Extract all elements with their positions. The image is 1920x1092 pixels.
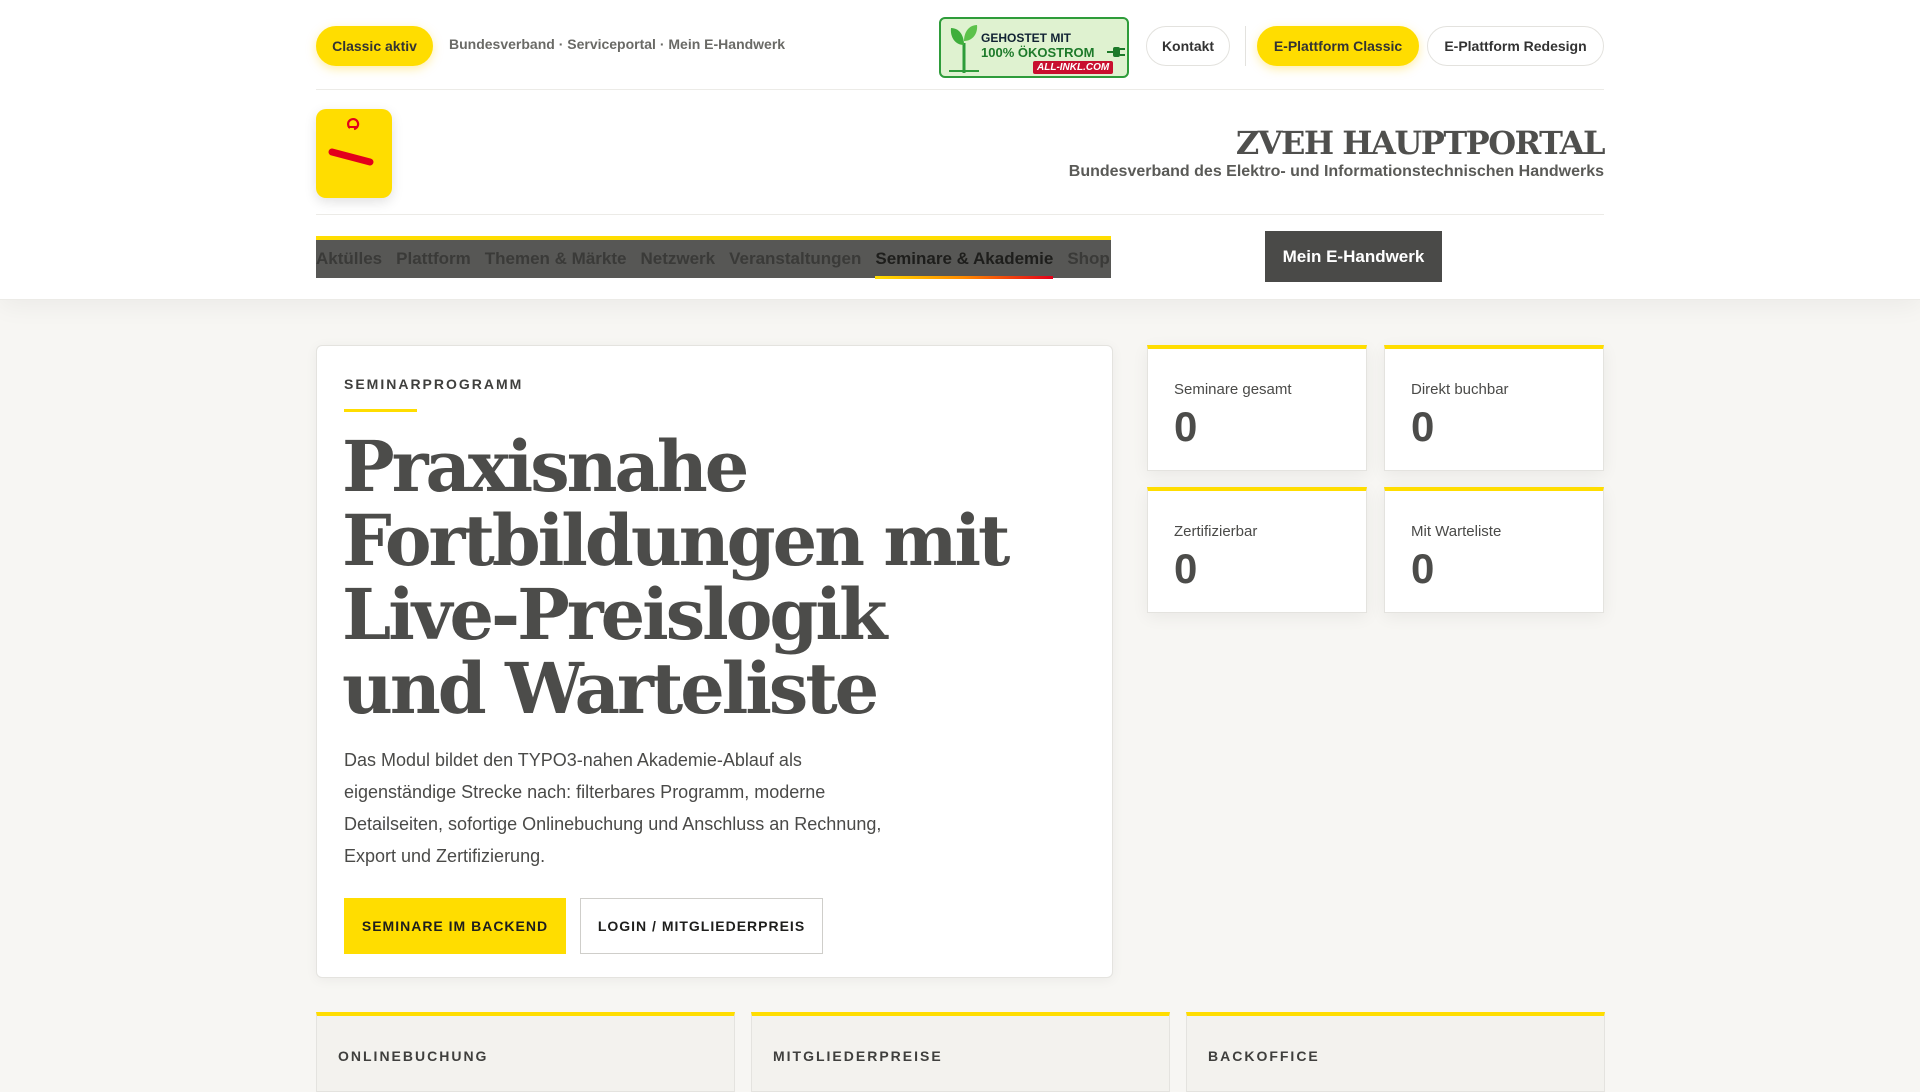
- stat-value: 0: [1411, 545, 1435, 592]
- eco-badge-line1: GEHOSTET MIT: [981, 31, 1071, 45]
- headline-line: Praxisnahe: [342, 425, 749, 508]
- eco-badge-provider: ALL-INKL.COM: [1033, 61, 1114, 74]
- feature-card-backoffice[interactable]: BACKOFFICE: [1186, 1012, 1605, 1092]
- top-bar: Classic aktiv Bundesverband · Servicepor…: [316, 0, 1604, 90]
- feature-title: ONLINEBUCHUNG: [338, 1048, 489, 1064]
- nav-item-plattform[interactable]: Plattform: [396, 249, 471, 269]
- header-divider: [316, 214, 1604, 215]
- plug-icon: [1107, 47, 1125, 57]
- eplattform-classic-button[interactable]: E-Plattform Classic: [1257, 26, 1419, 66]
- stat-value: 0: [1174, 403, 1198, 450]
- login-mitgliederpreis-button[interactable]: LOGIN / MITGLIEDERPREIS: [580, 898, 823, 954]
- eyebrow-underline: [344, 409, 417, 412]
- plant-icon: [949, 25, 979, 73]
- nav-item-themen-maerkte[interactable]: Themen & Märkte: [485, 249, 627, 269]
- headline-line: und Warteliste: [342, 647, 879, 730]
- eco-badge-line2: 100% ÖKOSTROM: [981, 45, 1095, 60]
- stat-label: Mit Warteliste: [1411, 523, 1502, 540]
- stat-label: Direkt buchbar: [1411, 381, 1509, 398]
- kontakt-button[interactable]: Kontakt: [1146, 26, 1230, 66]
- stat-card-mit-warteliste: Mit Warteliste 0: [1384, 487, 1604, 613]
- headline-line: Live-Preislogik: [342, 573, 887, 656]
- stat-card-direkt-buchbar: Direkt buchbar 0: [1384, 345, 1604, 471]
- portal-subtitle: Bundesverband des Elektro- und Informati…: [1068, 163, 1604, 180]
- portal-title: ZVEH HAUPTPORTAL: [1235, 124, 1606, 162]
- topbar-divider: [1245, 26, 1246, 66]
- section-eyebrow: SEMINARPROGRAMM: [344, 376, 524, 392]
- hero-description: Das Modul bildet den TYPO3-nahen Akademi…: [344, 744, 904, 872]
- mein-ehandwerk-button[interactable]: Mein E-Handwerk: [1265, 231, 1442, 282]
- nav-item-veranstaltungen[interactable]: Veranstaltungen: [729, 249, 861, 269]
- feature-card-mitgliederpreise[interactable]: MITGLIEDERPREISE: [751, 1012, 1170, 1092]
- feature-title: BACKOFFICE: [1208, 1048, 1320, 1064]
- main-navigation: Aktülles Plattform Themen & Märkte Netzw…: [316, 236, 1111, 279]
- e-mark-icon: [328, 117, 374, 166]
- eco-hosting-badge[interactable]: GEHOSTET MIT 100% ÖKOSTROM ALL-INKL.COM: [939, 17, 1129, 78]
- seminare-backend-button[interactable]: SEMINARE IM BACKEND: [344, 898, 566, 954]
- nav-item-seminare-akademie[interactable]: Seminare & Akademie: [875, 249, 1053, 279]
- breadcrumb: Bundesverband · Serviceportal · Mein E-H…: [449, 36, 786, 52]
- zveh-logo[interactable]: [316, 109, 392, 198]
- nav-item-aktuelles[interactable]: Aktülles: [316, 249, 382, 269]
- nav-item-shop[interactable]: Shop: [1067, 249, 1110, 269]
- classic-status-badge[interactable]: Classic aktiv: [316, 26, 433, 66]
- stat-label: Zertifizierbar: [1174, 523, 1258, 540]
- eplattform-redesign-button[interactable]: E-Plattform Redesign: [1427, 26, 1604, 66]
- description-line: eigenständige Strecke nach: filterbares …: [344, 782, 826, 802]
- hero-headline: Praxisnahe Fortbildungen mit Live-Preisl…: [342, 430, 1082, 726]
- feature-title: MITGLIEDERPREISE: [773, 1048, 943, 1064]
- seminar-hero-card: SEMINARPROGRAMM Praxisnahe Fortbildungen…: [316, 345, 1113, 978]
- stat-card-zertifizierbar: Zertifizierbar 0: [1147, 487, 1367, 613]
- nav-item-netzwerk[interactable]: Netzwerk: [640, 249, 715, 269]
- stat-label: Seminare gesamt: [1174, 381, 1292, 398]
- site-header: Classic aktiv Bundesverband · Servicepor…: [0, 0, 1920, 300]
- stat-card-seminare-gesamt: Seminare gesamt 0: [1147, 345, 1367, 471]
- description-line: Export und Zertifizierung.: [344, 846, 546, 866]
- description-line: Das Modul bildet den TYPO3-nahen Akademi…: [344, 750, 802, 770]
- stat-value: 0: [1174, 545, 1198, 592]
- description-line: Detailseiten, sofortige Onlinebuchung un…: [344, 814, 882, 834]
- headline-line: Fortbildungen mit: [342, 499, 1010, 582]
- stat-value: 0: [1411, 403, 1435, 450]
- feature-card-onlinebuchung[interactable]: ONLINEBUCHUNG: [316, 1012, 735, 1092]
